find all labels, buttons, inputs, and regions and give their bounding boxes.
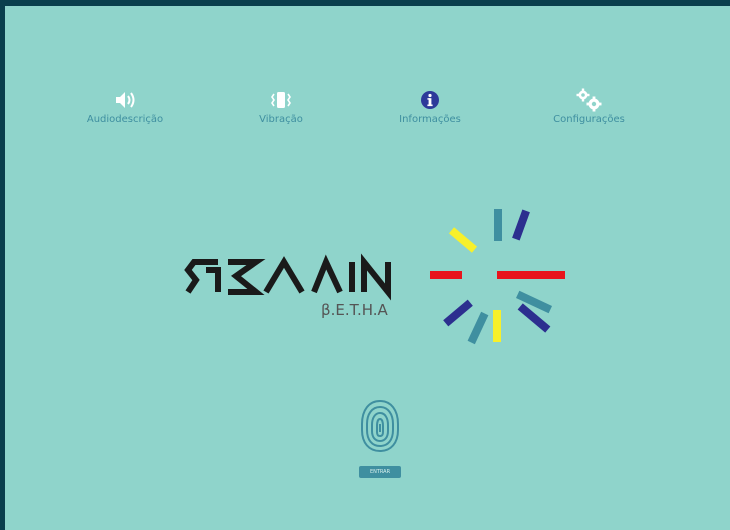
settings-label: Configurações (553, 114, 625, 125)
top-toolbar: Audiodescrição Vibração Informações Conf… (5, 88, 730, 138)
speaker-icon (116, 92, 135, 108)
info-icon (421, 91, 439, 109)
grain-logo: β.E.T.H.A (184, 209, 565, 345)
logo-subtitle: β.E.T.H.A (321, 301, 389, 319)
settings-button[interactable]: Configurações (534, 88, 644, 125)
vibration-label: Vibração (259, 114, 303, 125)
audiodescription-button[interactable]: Audiodescrição (70, 88, 180, 125)
information-button[interactable]: Informações (375, 88, 485, 125)
fingerprint-icon[interactable] (360, 398, 400, 454)
login-area: ENTRAR (350, 398, 410, 478)
logo-wordmark (184, 253, 391, 301)
vibration-icon (271, 92, 291, 108)
gears-icon (576, 88, 602, 112)
logo-burst (430, 209, 565, 345)
information-label: Informações (399, 114, 461, 125)
app-screen: Audiodescrição Vibração Informações Conf… (5, 6, 730, 530)
vibration-button[interactable]: Vibração (226, 88, 336, 125)
enter-button[interactable]: ENTRAR (359, 466, 401, 478)
audiodescription-label: Audiodescrição (86, 114, 164, 125)
